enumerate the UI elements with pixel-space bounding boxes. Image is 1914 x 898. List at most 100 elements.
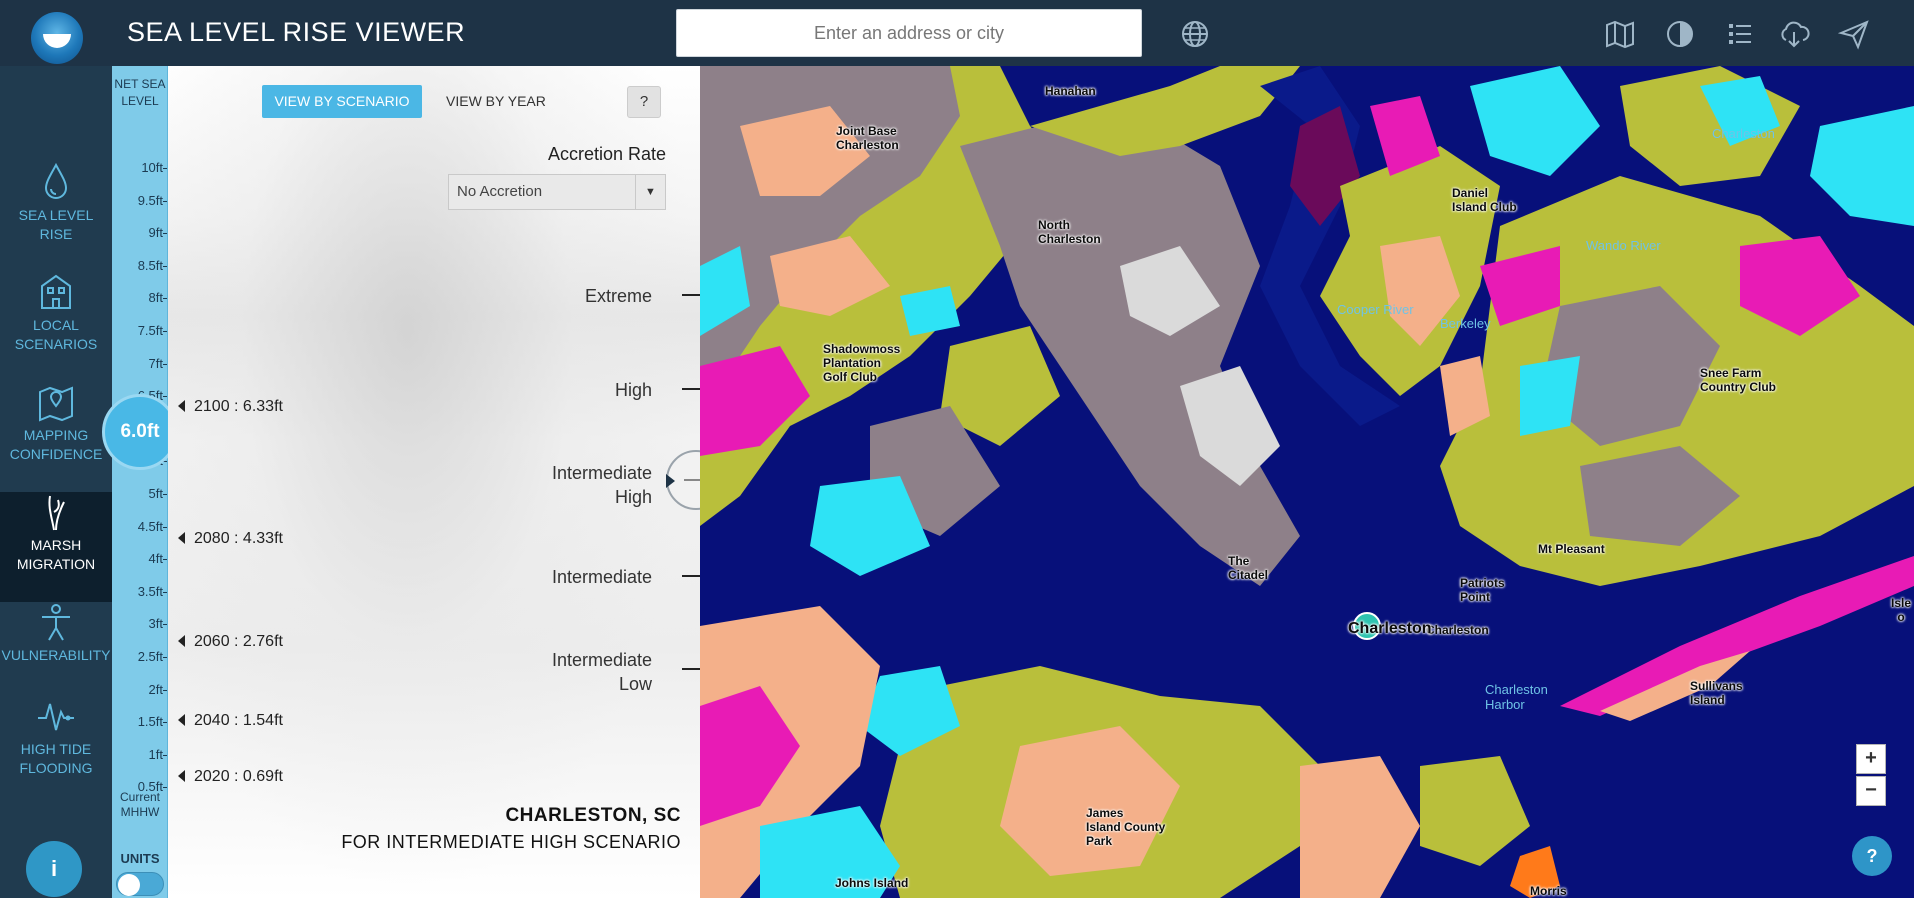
map-canvas[interactable] <box>700 66 1914 898</box>
scale-tick: 7ft <box>148 355 168 371</box>
cloud-download-icon[interactable] <box>1778 18 1810 50</box>
scale-tick: 1ft <box>148 746 168 762</box>
map-place-label: Charleston <box>1038 232 1101 246</box>
scale-tick: 9ft <box>148 225 168 241</box>
map-place-label: Citadel <box>1228 568 1269 582</box>
scenario-intermediate[interactable]: Intermediate <box>552 565 652 589</box>
dropdown-arrow-icon: ▼ <box>635 175 665 209</box>
units-label: UNITS <box>120 851 160 866</box>
sea-level-scale[interactable]: NET SEA LEVEL 10ft 9.5ft 9ft 8.5ft 8ft 7.5ft 7f… <box>112 66 168 898</box>
tab-view-by-year[interactable]: VIEW BY YEAR <box>446 85 546 118</box>
map-place-label: James <box>1086 806 1124 820</box>
building-icon <box>41 274 71 309</box>
map-place-label: Country Club <box>1700 380 1776 394</box>
nav-label: LOCAL SCENARIOS <box>14 317 98 352</box>
map-icon[interactable] <box>1604 18 1636 50</box>
share-icon[interactable] <box>1838 18 1870 50</box>
panel-help-button[interactable]: ? <box>627 86 661 118</box>
nav-label: MAPPING CONFIDENCE <box>9 427 103 462</box>
scale-tick: 5ft <box>148 486 168 501</box>
map-place-label: Point <box>1460 590 1490 604</box>
current-mhhw-label: Current MHHW <box>119 790 160 819</box>
map-water-label: Charleston <box>1712 126 1775 141</box>
map-place-label: Plantation <box>823 356 882 370</box>
map-help-button[interactable]: ? <box>1852 836 1892 876</box>
nav-marsh-migration[interactable]: MARSH MIGRATION <box>0 492 112 602</box>
zoom-out-button[interactable]: − <box>1856 776 1886 806</box>
contrast-icon[interactable] <box>1664 18 1696 50</box>
left-nav: SEA LEVEL RISE LOCAL SCENARIOS MAPPING CONF… <box>0 66 112 898</box>
nav-label: SEA LEVEL RISE <box>18 207 94 242</box>
map-place-label: The <box>1228 554 1250 568</box>
map-water-label: Charleston <box>1485 682 1548 697</box>
scale-tick: 8ft <box>148 290 168 306</box>
map-place-label: Daniel <box>1452 186 1489 200</box>
scenario-intermediate-high[interactable]: Intermediate High <box>552 461 652 509</box>
scale-tick: 1.5ft <box>137 714 168 730</box>
year-marker-2100: 2100 : 6.33ft <box>178 398 283 416</box>
scale-heading: NET SEA LEVEL <box>114 77 166 108</box>
map-place-label: Park <box>1086 834 1113 848</box>
map-place-label: Joint Base <box>836 124 897 138</box>
scenario-tick <box>682 388 700 390</box>
nav-label: VULNERABILITY <box>1 647 111 663</box>
nav-mapping-confidence[interactable]: MAPPING CONFIDENCE <box>0 382 112 492</box>
scale-tick: 4.5ft <box>137 518 168 534</box>
accretion-selected-value: No Accretion <box>457 183 543 200</box>
map-view[interactable]: Hanahan Joint Base Charleston North Charlest… <box>700 66 1914 898</box>
map-place-label: Charleston <box>1426 623 1489 637</box>
map-water-label: Harbor <box>1485 697 1525 712</box>
scale-tick: 10ft <box>141 160 167 175</box>
scale-tick: 9.5ft <box>137 192 168 208</box>
map-place-label: Hanahan <box>1045 84 1096 98</box>
map-pin-icon <box>39 386 73 422</box>
header-bar: SEA LEVEL RISE VIEWER <box>0 0 1914 66</box>
scenario-tick <box>682 294 700 296</box>
nav-local-scenarios[interactable]: LOCAL SCENARIOS <box>0 272 112 382</box>
map-place-label: Golf Club <box>823 370 877 384</box>
toggle-knob[interactable] <box>118 874 140 896</box>
search-input[interactable] <box>676 9 1142 57</box>
nav-high-tide-flooding[interactable]: HIGH TIDE FLOODING <box>0 696 112 806</box>
scale-tick: 3ft <box>148 616 168 632</box>
nav-sea-level-rise[interactable]: SEA LEVEL RISE <box>0 162 112 272</box>
app-title: SEA LEVEL RISE VIEWER <box>127 17 466 47</box>
accretion-rate-label: Accretion Rate <box>547 144 666 164</box>
map-place-label: Johns Island <box>835 876 909 890</box>
year-marker-2040: 2040 : 1.54ft <box>178 712 283 730</box>
location-subtitle: FOR INTERMEDIATE HIGH SCENARIO <box>341 832 681 852</box>
level-indicator-handle[interactable]: 6.0ft <box>102 394 178 470</box>
map-place-label: Morris <box>1530 884 1567 898</box>
location-title: CHARLESTON, SC <box>505 805 681 826</box>
noaa-logo[interactable] <box>31 12 83 64</box>
map-water-label: Wando River <box>1586 238 1661 253</box>
globe-icon[interactable] <box>1180 19 1210 49</box>
scenario-extreme[interactable]: Extreme <box>585 284 652 308</box>
water-drop-icon <box>44 162 68 199</box>
legend-list-icon[interactable] <box>1724 18 1756 50</box>
marsh-grass-icon <box>48 495 65 531</box>
map-place-label: Snee Farm <box>1700 366 1762 380</box>
map-place-label: Sullivans <box>1690 679 1743 693</box>
scenario-tick <box>682 668 700 670</box>
scenario-high[interactable]: High <box>615 378 652 402</box>
scale-tick: 4ft <box>148 551 168 567</box>
map-water-label: Cooper River <box>1337 302 1414 317</box>
info-button[interactable]: i <box>26 841 82 897</box>
scale-tick: 2.5ft <box>137 649 168 664</box>
scenario-intermediate-low[interactable]: Intermediate Low <box>552 648 652 696</box>
units-toggle[interactable] <box>116 872 164 896</box>
map-place-label: Island <box>1690 693 1725 707</box>
map-place-label: North <box>1038 218 1070 232</box>
scale-tick: 3.5ft <box>137 583 168 599</box>
map-place-label: Mt Pleasant <box>1538 542 1605 556</box>
tide-wave-icon <box>38 703 74 731</box>
year-marker-2060: 2060 : 2.76ft <box>178 633 283 651</box>
year-marker-2020: 2020 : 0.69ft <box>178 768 283 786</box>
map-place-label: Patriots <box>1460 576 1505 590</box>
map-place-label: Island County <box>1086 820 1166 834</box>
accretion-rate-select[interactable]: No Accretion ▼ <box>448 174 666 210</box>
tab-view-by-scenario[interactable]: VIEW BY SCENARIO <box>262 85 422 118</box>
map-place-label: Island Club <box>1452 200 1517 214</box>
zoom-in-button[interactable]: + <box>1856 744 1886 774</box>
